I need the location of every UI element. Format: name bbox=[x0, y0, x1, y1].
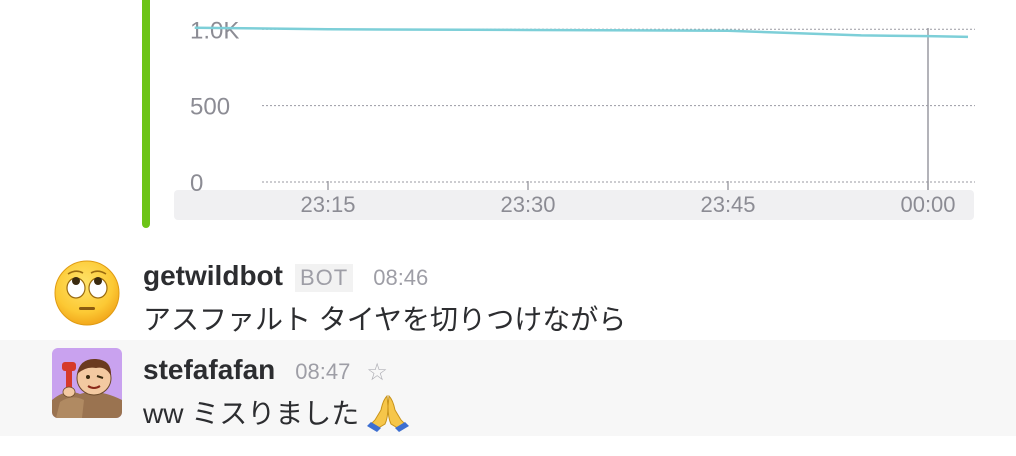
message-timestamp[interactable]: 08:47 bbox=[295, 359, 350, 385]
chat-page: 0 500 1.0K 23:15 23:30 23:45 00:00 getwi… bbox=[0, 0, 1016, 456]
message-text-row: ww ミスりました bbox=[143, 392, 411, 432]
x-axis-band bbox=[174, 190, 974, 220]
metrics-chart: 0 500 1.0K 23:15 23:30 23:45 00:00 bbox=[170, 0, 980, 225]
message-text: アスファルト タイヤを切りつけながら bbox=[143, 304, 627, 335]
author-name[interactable]: stefafafan bbox=[143, 354, 275, 386]
y-tick-label: 500 bbox=[190, 94, 230, 121]
x-tick-label: 23:15 bbox=[300, 192, 355, 217]
message-header: getwildbot BOT 08:46 bbox=[143, 260, 428, 292]
attachment-accent-bar bbox=[142, 0, 150, 228]
y-tick-label: 0 bbox=[190, 170, 203, 197]
message-timestamp[interactable]: 08:46 bbox=[373, 265, 428, 291]
y-tick-label: 1.0K bbox=[190, 17, 239, 44]
x-tick-label: 00:00 bbox=[900, 192, 955, 217]
author-name[interactable]: getwildbot bbox=[143, 260, 283, 292]
chart-svg: 0 500 1.0K 23:15 23:30 23:45 00:00 bbox=[174, 17, 975, 220]
message-getwildbot: getwildbot BOT 08:46 アスファルト タイヤを切りつけながら bbox=[0, 244, 1016, 340]
x-tick-label: 23:30 bbox=[500, 192, 555, 217]
star-outline-icon[interactable]: ☆ bbox=[366, 358, 388, 387]
user-avatar-icon[interactable] bbox=[52, 348, 122, 418]
rolling-eyes-emoji-icon[interactable] bbox=[52, 258, 122, 328]
pray-icon[interactable] bbox=[365, 392, 411, 432]
message-text: ww ミスりました bbox=[143, 398, 360, 429]
message-header: stefafafan 08:47 ☆ bbox=[143, 354, 388, 386]
series-line bbox=[194, 26, 969, 39]
message-stefafafan: stefafafan 08:47 ☆ ww ミスりました bbox=[0, 340, 1016, 436]
x-tick-label: 23:45 bbox=[700, 192, 755, 217]
bot-badge: BOT bbox=[294, 264, 354, 292]
